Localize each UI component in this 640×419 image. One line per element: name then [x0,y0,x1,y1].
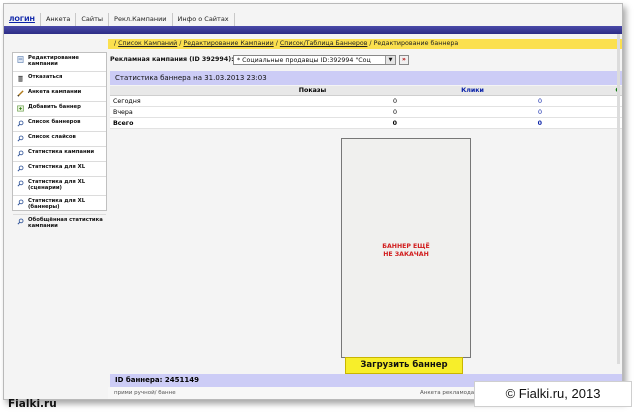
breadcrumb-edit-campaign[interactable]: Редактирование Кампании [183,40,273,47]
sidebar-item-campaign-form[interactable]: Анкета кампании [13,87,106,102]
row-label: Вчера [110,106,225,118]
top-bar [4,26,622,34]
breadcrumb-campaign-list[interactable]: Список Кампаний [118,40,177,47]
row-label: Всего [110,117,225,129]
sidebar-item-label: Статистика кампании [28,149,95,155]
sidebar-item-label: Статистика для XL (баннеры) [28,198,86,211]
breadcrumb-separator: / [114,40,117,47]
sidebar-item-summary-stats[interactable]: Обобщённая статистика кампании [13,215,106,233]
row-label: Сегодня [110,95,225,107]
banner-placeholder-line2: НЕ ЗАКАЧАН [383,250,429,258]
tab-profile[interactable]: Анкета [40,13,77,27]
sidebar-item-cancel[interactable]: Отказаться [13,72,106,87]
row-extra [545,117,622,129]
sidebar-item-label: Статистика для XL [28,164,86,170]
magnifier-icon [17,135,24,141]
col-label [110,86,225,96]
app-screenshot: ЛОГИН Анкета Сайты Рекл.Кампании Инфо о … [3,3,623,400]
stats-table: Показы Клики C Сегодня 0 0 Вчера 0 0 [110,86,622,129]
chevron-down-icon[interactable]: ▼ [385,56,395,64]
sidebar-item-xl-stats[interactable]: Статистика для XL [13,162,106,177]
row-shows: 0 [225,95,400,107]
banner-placeholder-line1: БАННЕР ЕЩЁ [382,243,430,250]
tab-ad-campaigns[interactable]: Рекл.Кампании [109,13,173,27]
sidebar-item-xl-stats-banners[interactable]: Статистика для XL (баннеры) [13,196,106,215]
breadcrumb-banner-table[interactable]: Список/Таблица Баннеров [280,40,368,47]
add-banner-icon [17,105,24,111]
sidebar-item-label: Редактирование кампании [28,55,80,68]
main-content: / Список Кампаний / Редактирование Кампа… [108,34,622,399]
tab-sites-info[interactable]: Инфо о Сайтах [172,13,235,27]
breadcrumb-current: Редактирование баннера [373,40,459,47]
magnifier-icon [17,199,24,205]
sidebar-item-label: Добавить баннер [28,104,81,110]
row-clicks: 0 [400,106,545,118]
col-shows: Показы [225,86,400,96]
sidebar-item-label: Список баннеров [28,119,81,125]
watermark-copyright: © Fialki.ru, 2013 [474,381,632,407]
campaign-selector-row: Рекламная кампания (ID 392994): * Социал… [108,53,622,67]
magnifier-icon [17,150,24,156]
banner-placeholder-text: БАННЕР ЕЩЁ НЕ ЗАКАЧАН [342,243,470,258]
row-shows: 0 [225,106,400,118]
page-icon [17,55,24,63]
row-shows: 0 [225,117,400,129]
upload-banner-button[interactable]: Загрузить баннер [345,357,463,374]
campaign-select[interactable]: * Социальные продавцы ID:392994 "Соц ▼ [233,55,396,65]
sidebar-item-label: Анкета кампании [28,89,82,95]
sidebar-item-label: Список слайсов [28,134,76,140]
magnifier-icon [17,120,24,126]
pencil-icon [17,89,24,97]
sidebar-item-add-banner[interactable]: Добавить баннер [13,102,106,117]
sidebar-item-label: Статистика для XL (сценарии) [28,179,86,192]
sidebar-item-label: Обобщённая статистика кампании [28,217,103,230]
campaign-select-value: * Социальные продавцы ID:392994 "Соц [237,57,371,64]
go-button[interactable]: » [399,55,409,65]
tab-login[interactable]: ЛОГИН [4,13,41,27]
magnifier-icon [17,165,24,171]
stats-header-row: Показы Клики C [110,86,622,96]
sidebar-item-campaign-stats[interactable]: Статистика кампании [13,147,106,162]
breadcrumb-separator: / [179,40,182,47]
left-strip [4,34,12,399]
scrollbar[interactable] [617,34,620,364]
table-row: Сегодня 0 0 [110,95,622,107]
trash-icon [18,75,23,82]
table-row: Вчера 0 0 [110,106,622,118]
tab-sites[interactable]: Сайты [76,13,110,27]
sidebar-item-xl-stats-scenarios[interactable]: Статистика для XL (сценарии) [13,177,106,196]
campaign-label: Рекламная кампания (ID 392994): [110,56,234,63]
watermark-left: Fialki.ru [8,398,57,410]
breadcrumb: / Список Кампаний / Редактирование Кампа… [108,39,622,49]
row-clicks: 0 [400,95,545,107]
breadcrumb-separator: / [369,40,372,47]
breadcrumb-separator: / [275,40,278,47]
sidebar-item-slice-list[interactable]: Список слайсов [13,132,106,147]
row-extra [545,106,622,118]
col-clicks: Клики [400,86,545,96]
sidebar: Редактирование кампании Отказаться Анкет… [12,52,107,229]
sidebar-item-label: Отказаться [28,74,63,80]
row-clicks: 0 [400,117,545,129]
bottom-partial-left: прими ручной/ банне [114,390,176,396]
col-ctr: C [545,86,622,96]
row-extra [545,95,622,107]
magnifier-icon [17,180,24,186]
top-navigation: ЛОГИН Анкета Сайты Рекл.Кампании Инфо о … [4,13,235,27]
banner-preview: БАННЕР ЕЩЁ НЕ ЗАКАЧАН [341,138,471,358]
stats-header: Статистика баннера на 31.03.2013 23:03 [110,71,622,85]
magnifier-icon [17,218,24,224]
sidebar-item-edit-campaign[interactable]: Редактирование кампании [13,53,106,72]
table-row: Всего 0 0 [110,117,622,129]
sidebar-item-banner-list[interactable]: Список баннеров [13,117,106,132]
